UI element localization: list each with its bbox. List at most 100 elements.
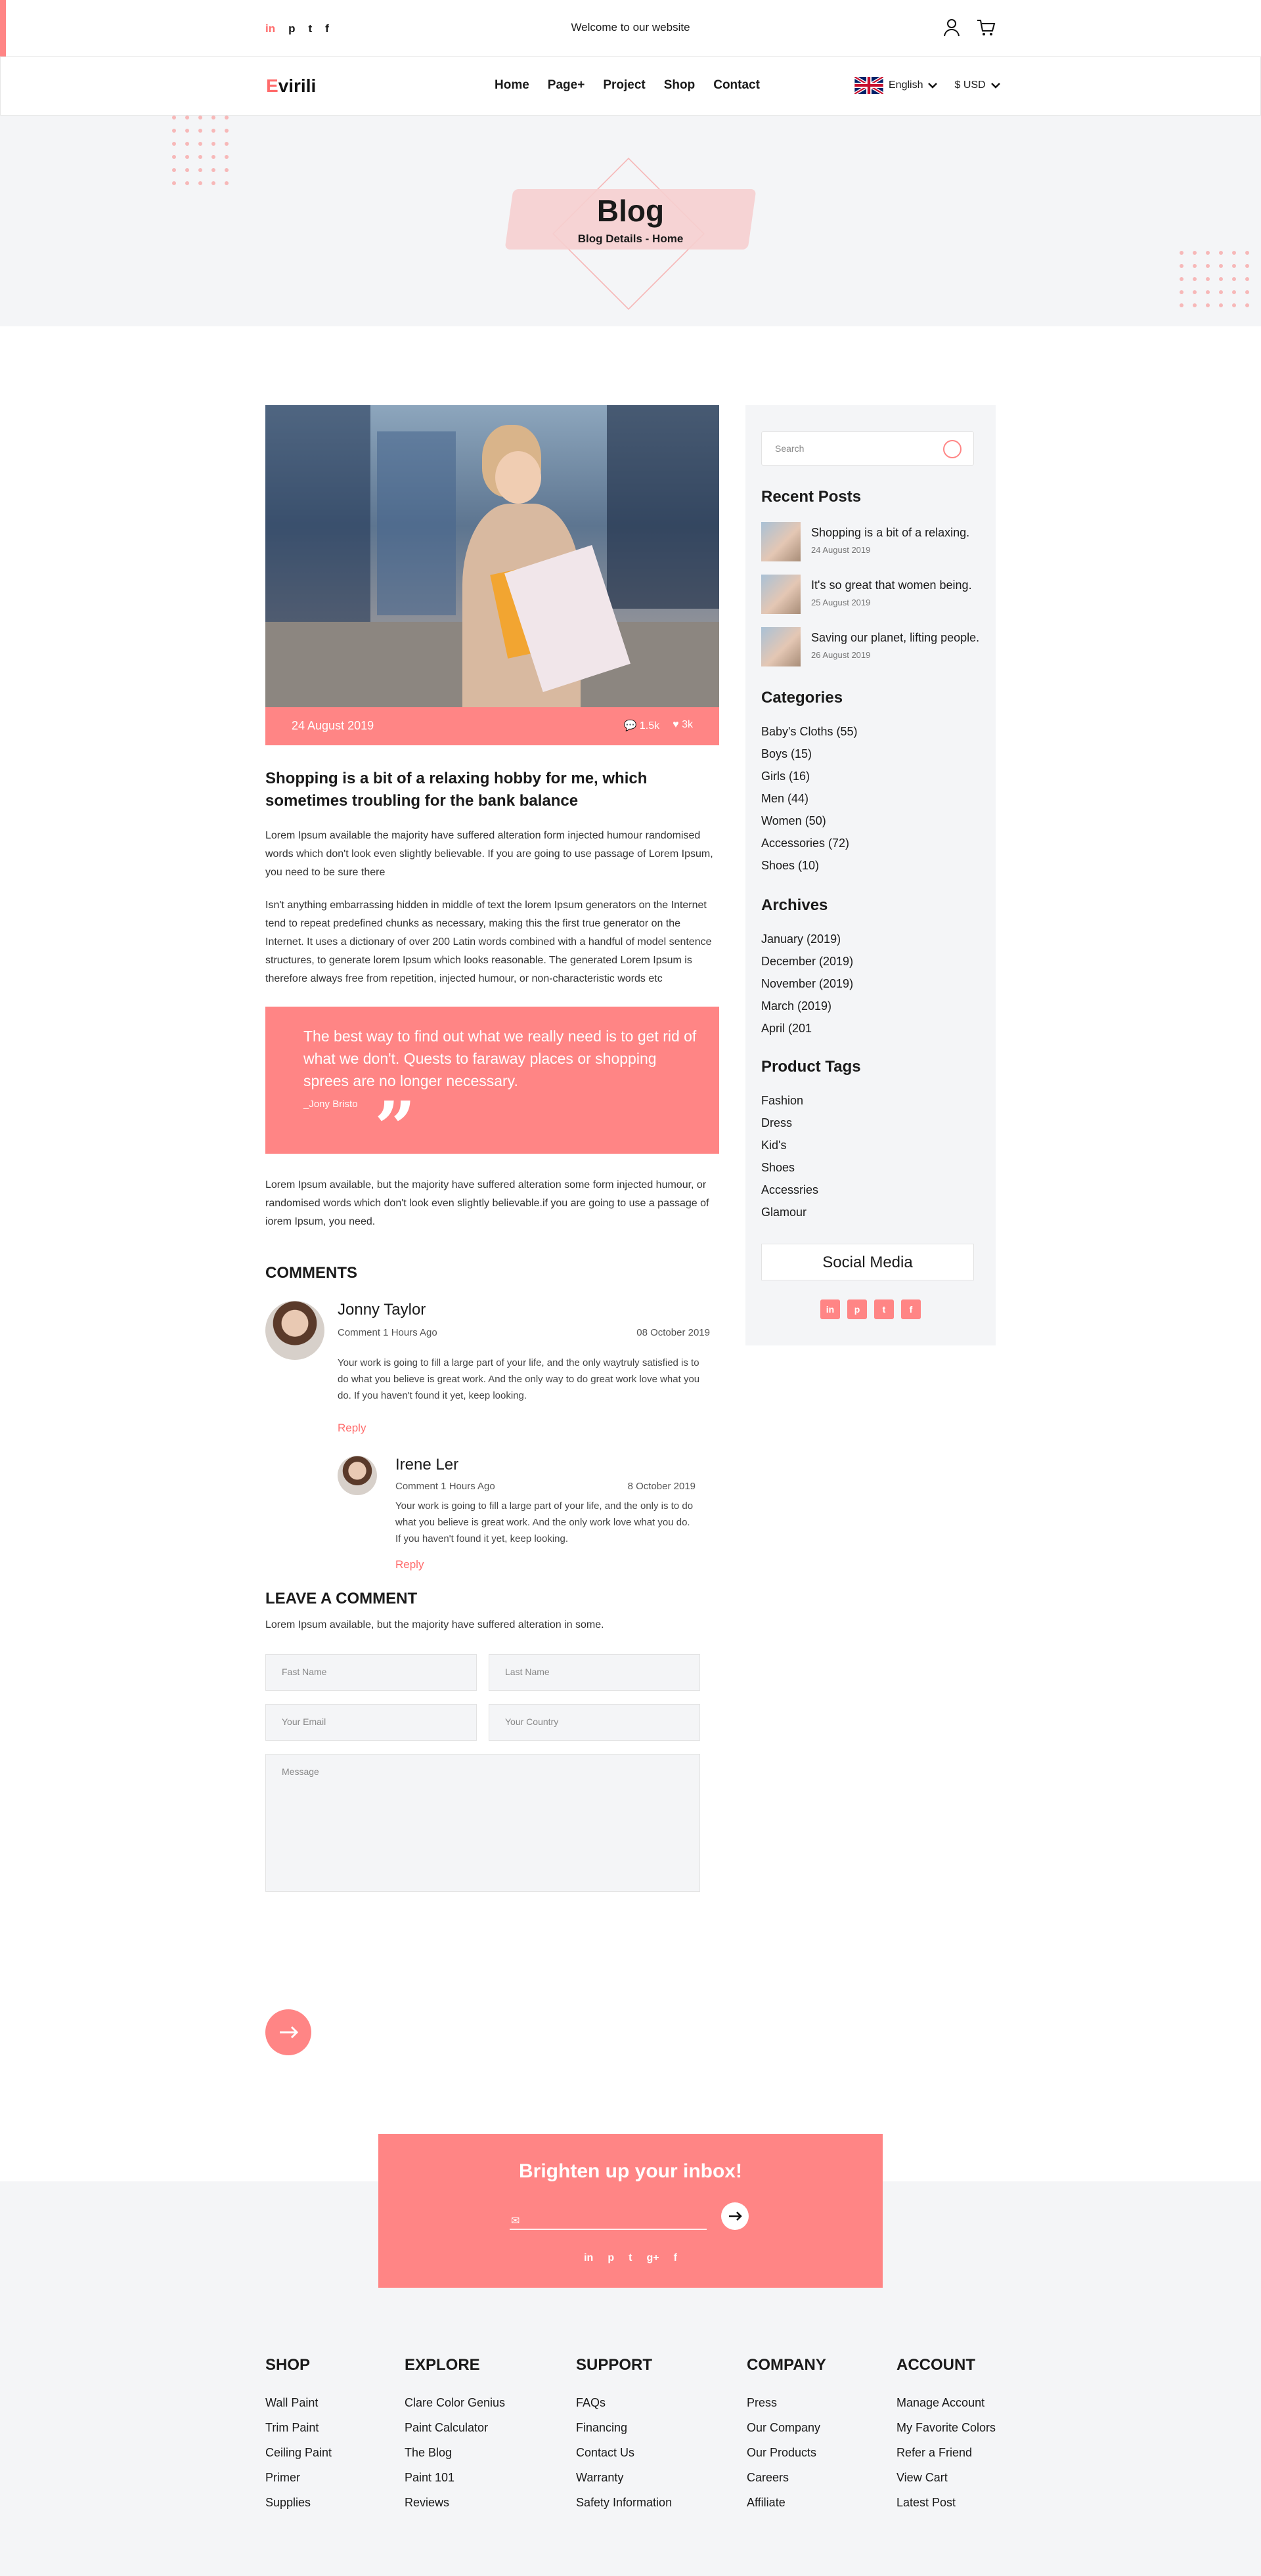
nav-shop[interactable]: Shop bbox=[664, 78, 696, 93]
newsletter-social-links: in p t g+ f bbox=[378, 2252, 883, 2264]
footer-link[interactable]: Our Products bbox=[747, 2440, 826, 2465]
footer-column-shop: SHOP Wall Paint Trim Paint Ceiling Paint… bbox=[265, 2356, 332, 2515]
archive-item[interactable]: April (201 bbox=[761, 1017, 853, 1039]
footer-column-support: SUPPORT FAQs Financing Contact Us Warran… bbox=[576, 2356, 672, 2515]
recent-post[interactable]: Shopping is a bit of a relaxing. 24 Augus… bbox=[761, 522, 969, 561]
dot-pattern-right bbox=[1180, 251, 1249, 307]
footer-link[interactable]: Latest Post bbox=[896, 2490, 996, 2515]
chevron-down-icon bbox=[928, 83, 938, 89]
categories-heading: Categories bbox=[761, 689, 843, 707]
first-name-field[interactable]: Fast Name bbox=[265, 1654, 477, 1691]
top-icons bbox=[942, 18, 996, 37]
linkedin-icon[interactable]: in bbox=[584, 2252, 593, 2264]
cart-icon[interactable] bbox=[976, 18, 996, 37]
post-blockquote: The best way to find out what we really … bbox=[265, 1007, 719, 1164]
footer-link[interactable]: Press bbox=[747, 2390, 826, 2415]
footer-link[interactable]: The Blog bbox=[405, 2440, 505, 2465]
search-input[interactable]: Search bbox=[761, 431, 974, 466]
tag-item[interactable]: Glamour bbox=[761, 1201, 818, 1223]
newsletter-email-input[interactable] bbox=[510, 2229, 707, 2230]
archives-list: January (2019) December (2019) November … bbox=[761, 928, 853, 1039]
archive-item[interactable]: January (2019) bbox=[761, 928, 853, 950]
logo[interactable]: Evirili bbox=[266, 76, 316, 97]
nav-project[interactable]: Project bbox=[603, 78, 645, 93]
twitter-icon[interactable]: t bbox=[874, 1299, 894, 1319]
archives-heading: Archives bbox=[761, 896, 828, 914]
footer-link[interactable]: My Favorite Colors bbox=[896, 2415, 996, 2440]
category-item[interactable]: Girls (16) bbox=[761, 765, 858, 787]
footer-heading: SHOP bbox=[265, 2356, 311, 2374]
breadcrumb[interactable]: Blog Details - Home bbox=[0, 232, 1261, 246]
footer-link[interactable]: Supplies bbox=[265, 2490, 332, 2515]
post-paragraph-2: Isn't anything embarrassing hidden in mi… bbox=[265, 900, 712, 984]
country-field[interactable]: Your Country bbox=[489, 1704, 700, 1741]
category-item[interactable]: Men (44) bbox=[761, 787, 858, 810]
tag-item[interactable]: Dress bbox=[761, 1112, 818, 1134]
category-item[interactable]: Women (50) bbox=[761, 810, 858, 832]
nav-contact[interactable]: Contact bbox=[713, 78, 760, 93]
facebook-icon[interactable]: f bbox=[674, 2252, 677, 2264]
search-icon[interactable] bbox=[943, 440, 962, 458]
nav-home[interactable]: Home bbox=[495, 78, 529, 93]
likes-stat[interactable]: ♥ 3k bbox=[673, 719, 693, 732]
footer-link[interactable]: Paint 101 bbox=[405, 2465, 505, 2490]
recent-post[interactable]: Saving our planet, lifting people. 26 Aug… bbox=[761, 627, 979, 666]
footer-link[interactable]: Financing bbox=[576, 2415, 672, 2440]
comments-stat[interactable]: 💬 1.5k bbox=[624, 719, 660, 732]
footer-link[interactable]: Reviews bbox=[405, 2490, 505, 2515]
pinterest-icon[interactable]: p bbox=[847, 1299, 867, 1319]
reply-link[interactable]: Reply bbox=[338, 1422, 366, 1435]
linkedin-icon[interactable]: in bbox=[820, 1299, 840, 1319]
footer-link[interactable]: Ceiling Paint bbox=[265, 2440, 332, 2465]
email-field[interactable]: Your Email bbox=[265, 1704, 477, 1741]
footer-link[interactable]: Safety Information bbox=[576, 2490, 672, 2515]
categories-list: Baby's Cloths (55) Boys (15) Girls (16) … bbox=[761, 720, 858, 877]
footer-link[interactable]: Primer bbox=[265, 2465, 332, 2490]
recent-posts-heading: Recent Posts bbox=[761, 488, 862, 506]
submit-button[interactable] bbox=[265, 2009, 311, 2055]
pinterest-icon[interactable]: p bbox=[608, 2252, 614, 2264]
footer-link[interactable]: Manage Account bbox=[896, 2390, 996, 2415]
footer-link[interactable]: Paint Calculator bbox=[405, 2415, 505, 2440]
chevron-down-icon bbox=[990, 83, 1000, 89]
footer-link[interactable]: Contact Us bbox=[576, 2440, 672, 2465]
user-icon[interactable] bbox=[942, 18, 962, 37]
footer-link[interactable]: View Cart bbox=[896, 2465, 996, 2490]
footer-link[interactable]: Warranty bbox=[576, 2465, 672, 2490]
comment-text: Your work is going to fill a large part … bbox=[338, 1357, 700, 1401]
tag-item[interactable]: Shoes bbox=[761, 1156, 818, 1179]
footer-link[interactable]: Careers bbox=[747, 2465, 826, 2490]
message-field[interactable]: Message bbox=[265, 1754, 700, 1892]
reply-link[interactable]: Reply bbox=[395, 1558, 424, 1571]
footer-link[interactable]: Wall Paint bbox=[265, 2390, 332, 2415]
arrow-right-icon bbox=[729, 2212, 742, 2221]
currency-selector[interactable]: $ USD bbox=[954, 79, 1000, 91]
footer-link[interactable]: Affiliate bbox=[747, 2490, 826, 2515]
google-plus-icon[interactable]: g+ bbox=[646, 2252, 659, 2264]
last-name-field[interactable]: Last Name bbox=[489, 1654, 700, 1691]
recent-post[interactable]: It's so great that women being. 25 August… bbox=[761, 575, 972, 614]
archive-item[interactable]: March (2019) bbox=[761, 995, 853, 1017]
footer-link[interactable]: FAQs bbox=[576, 2390, 672, 2415]
twitter-icon[interactable]: t bbox=[629, 2252, 632, 2264]
footer-link[interactable]: Refer a Friend bbox=[896, 2440, 996, 2465]
facebook-icon[interactable]: f bbox=[901, 1299, 921, 1319]
category-item[interactable]: Accessories (72) bbox=[761, 832, 858, 854]
archive-item[interactable]: December (2019) bbox=[761, 950, 853, 972]
category-item[interactable]: Baby's Cloths (55) bbox=[761, 720, 858, 743]
footer-link[interactable]: Trim Paint bbox=[265, 2415, 332, 2440]
archive-item[interactable]: November (2019) bbox=[761, 972, 853, 995]
category-item[interactable]: Shoes (10) bbox=[761, 854, 858, 877]
nav-page[interactable]: Page+ bbox=[548, 78, 585, 93]
footer-link[interactable]: Clare Color Genius bbox=[405, 2390, 505, 2415]
tag-item[interactable]: Kid's bbox=[761, 1134, 818, 1156]
leave-comment-sub: Lorem Ipsum available, but the majority … bbox=[265, 1619, 604, 1630]
category-item[interactable]: Boys (15) bbox=[761, 743, 858, 765]
tag-item[interactable]: Fashion bbox=[761, 1089, 818, 1112]
footer-link[interactable]: Our Company bbox=[747, 2415, 826, 2440]
newsletter-submit-button[interactable] bbox=[721, 2202, 749, 2230]
language-selector[interactable]: English bbox=[854, 77, 938, 94]
comment-author: Irene Ler bbox=[395, 1456, 459, 1474]
welcome-text: Welcome to our website bbox=[571, 21, 690, 33]
tag-item[interactable]: Accessries bbox=[761, 1179, 818, 1201]
